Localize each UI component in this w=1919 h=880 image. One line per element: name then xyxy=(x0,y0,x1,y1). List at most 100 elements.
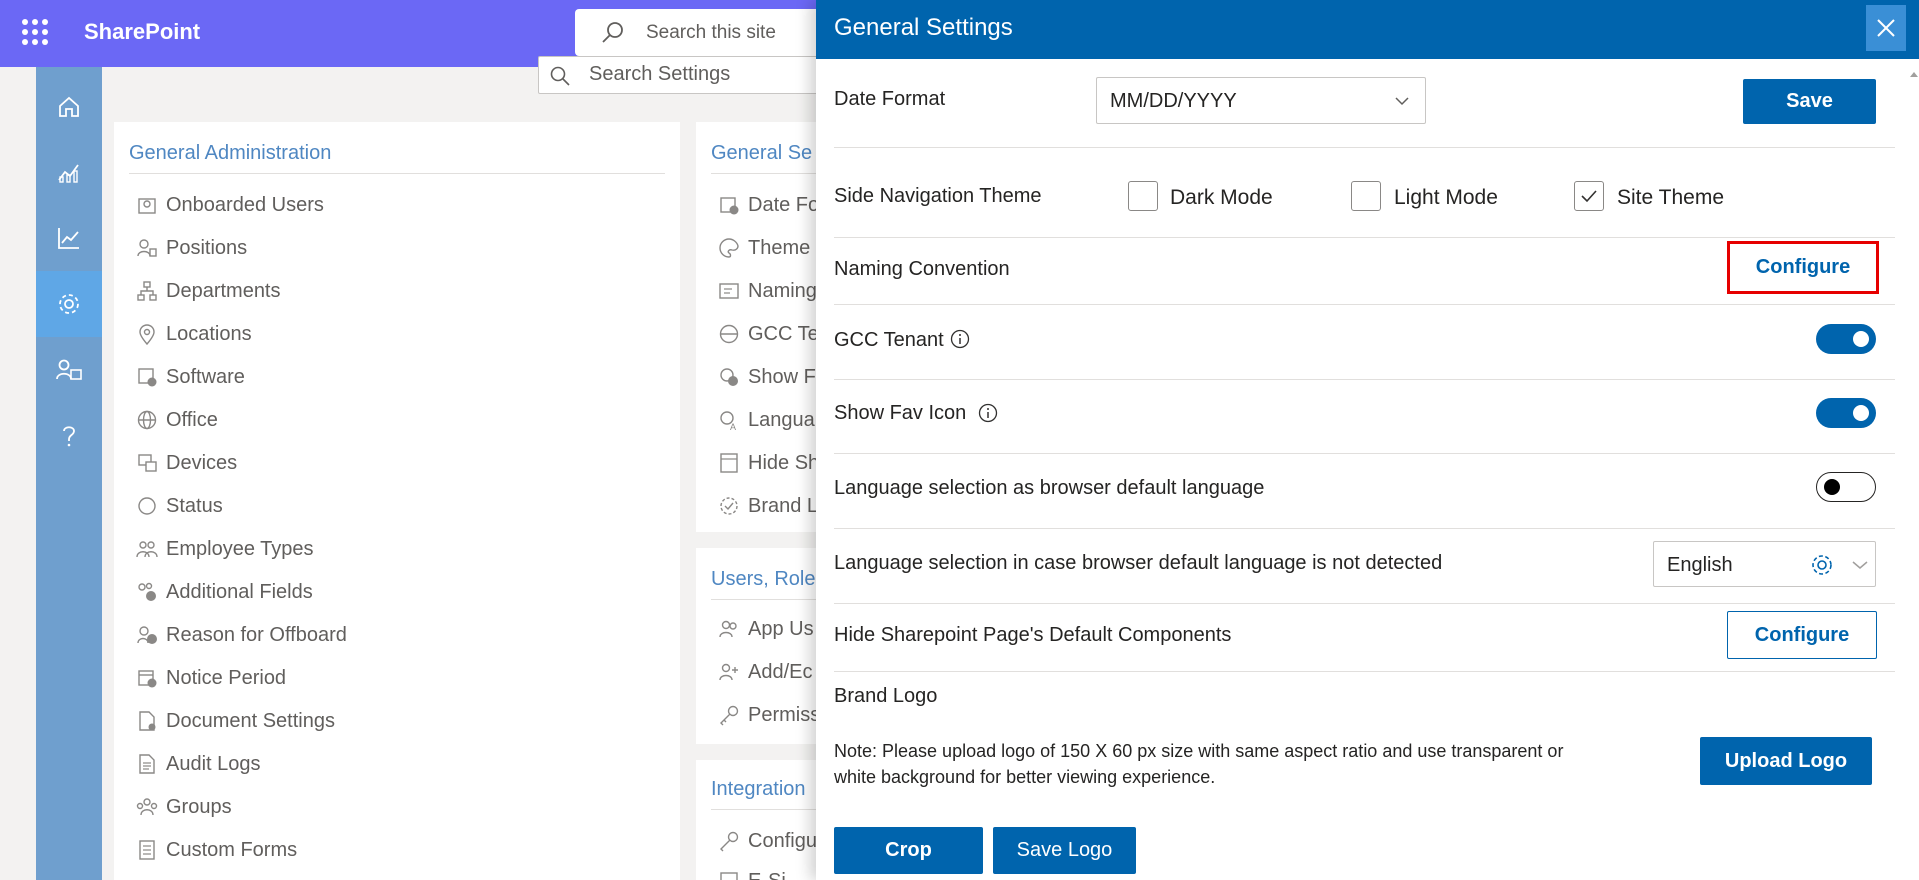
menu-groups[interactable]: Groups xyxy=(134,792,232,822)
date-format-select[interactable]: MM/DD/YYYY xyxy=(1096,77,1426,124)
gcc-tenant-toggle[interactable] xyxy=(1816,324,1876,354)
light-mode-checkbox[interactable] xyxy=(1351,181,1381,211)
form-icon xyxy=(134,837,160,863)
badge-icon xyxy=(716,493,742,519)
rail-user-management[interactable] xyxy=(36,337,102,403)
add-user-icon xyxy=(716,659,742,685)
naming-convention-label: Naming Convention xyxy=(834,258,1010,280)
menu-label: GCC Te xyxy=(748,322,819,345)
user-management-icon xyxy=(56,359,82,380)
left-rail xyxy=(36,67,102,880)
svg-text:A: A xyxy=(730,422,736,431)
info-icon[interactable] xyxy=(978,403,998,423)
help-icon xyxy=(63,426,75,447)
menu-locations[interactable]: Locations xyxy=(134,319,252,349)
menu-date-format[interactable]: Date Fo xyxy=(716,190,819,220)
close-button[interactable] xyxy=(1866,5,1906,51)
show-fav-icon-toggle[interactable] xyxy=(1816,398,1876,428)
menu-custom-forms[interactable]: Custom Forms xyxy=(134,835,297,865)
menu-label: Employee Types xyxy=(166,537,314,560)
menu-positions[interactable]: Positions xyxy=(134,233,247,263)
menu-additional-fields[interactable]: Additional Fields xyxy=(134,577,313,607)
rail-home[interactable] xyxy=(36,74,102,140)
lang-fallback-label: Language selection in case browser defau… xyxy=(834,552,1443,574)
favicon-icon xyxy=(716,364,742,390)
settings-search-placeholder: Search Settings xyxy=(589,63,731,85)
menu-language[interactable]: A Langua xyxy=(716,405,815,435)
gear-icon[interactable] xyxy=(1809,552,1835,578)
offboard-icon xyxy=(134,622,160,648)
menu-office[interactable]: Office xyxy=(134,405,218,435)
menu-esign[interactable]: E-Si xyxy=(716,866,786,880)
rail-help[interactable] xyxy=(36,403,102,469)
menu-label: Status xyxy=(166,494,223,517)
checkmark-icon xyxy=(1581,190,1597,203)
toggle-knob xyxy=(1853,331,1869,347)
general-settings-panel: General Settings Date Format MM/DD/YYYY … xyxy=(816,0,1919,880)
menu-show-fav[interactable]: Show F xyxy=(716,362,816,392)
card-title: General Administration xyxy=(129,142,332,164)
people-group-icon xyxy=(134,536,160,562)
naming-configure-button[interactable]: Configure xyxy=(1727,241,1879,294)
menu-label: Date Fo xyxy=(748,193,820,216)
menu-reason-offboard[interactable]: Reason for Offboard xyxy=(134,620,347,650)
menu-software[interactable]: Software xyxy=(134,362,245,392)
menu-audit-logs[interactable]: Audit Logs xyxy=(134,749,261,779)
settings-search-input[interactable]: Search Settings xyxy=(538,56,828,94)
lang-browser-default-toggle[interactable] xyxy=(1816,472,1876,502)
menu-gcc-tenant[interactable]: GCC Te xyxy=(716,319,819,349)
menu-document-settings[interactable]: Document Settings xyxy=(134,706,335,736)
menu-status[interactable]: Status xyxy=(134,491,223,521)
menu-label: Groups xyxy=(166,795,232,818)
menu-label: Custom Forms xyxy=(166,838,298,861)
save-button[interactable]: Save xyxy=(1743,79,1876,124)
hide-components-configure-button[interactable]: Configure xyxy=(1727,611,1877,659)
menu-permissions[interactable]: Permiss xyxy=(716,700,820,730)
menu-notice-period[interactable]: Notice Period xyxy=(134,663,286,693)
dark-mode-checkbox[interactable] xyxy=(1128,181,1158,211)
app-launcher-icon[interactable] xyxy=(22,19,48,45)
app-title[interactable]: SharePoint xyxy=(84,19,200,45)
language-value: English xyxy=(1667,554,1733,576)
upload-logo-button[interactable]: Upload Logo xyxy=(1700,737,1872,785)
menu-naming[interactable]: Naming xyxy=(716,276,817,306)
menu-app-users[interactable]: App Us xyxy=(716,614,814,644)
menu-theme[interactable]: Theme xyxy=(716,233,810,263)
menu-label: Devices xyxy=(166,451,238,474)
divider xyxy=(834,603,1895,604)
info-icon[interactable] xyxy=(950,329,970,349)
chevron-down-icon xyxy=(1852,561,1868,569)
save-logo-button[interactable]: Save Logo xyxy=(993,827,1136,874)
key-icon xyxy=(716,702,742,728)
language-select[interactable]: English xyxy=(1653,541,1876,587)
menu-label: Onboarded Users xyxy=(166,193,324,216)
groups-icon xyxy=(134,794,160,820)
hide-components-label: Hide Sharepoint Page's Default Component… xyxy=(834,624,1232,646)
menu-configure[interactable]: Configu xyxy=(716,826,817,856)
menu-label: Notice Period xyxy=(166,666,287,689)
status-circle-icon xyxy=(134,493,160,519)
menu-departments[interactable]: Departments xyxy=(134,276,281,306)
divider xyxy=(834,304,1895,305)
rail-settings[interactable] xyxy=(36,271,102,337)
signature-icon xyxy=(716,868,742,880)
menu-brand-logo[interactable]: Brand L xyxy=(716,491,818,521)
menu-onboarded-users[interactable]: Onboarded Users xyxy=(134,190,324,220)
site-theme-label: Site Theme xyxy=(1617,186,1724,209)
chevron-down-icon xyxy=(1395,97,1409,106)
card-title: Integration xyxy=(711,778,806,800)
date-format-value: MM/DD/YYYY xyxy=(1110,90,1237,112)
menu-devices[interactable]: Devices xyxy=(134,448,237,478)
menu-add-edit[interactable]: Add/Ec xyxy=(716,657,812,687)
position-icon xyxy=(134,235,160,261)
general-administration-card: General Administration Onboarded Users P… xyxy=(114,122,680,880)
rail-analytics[interactable] xyxy=(36,139,102,205)
site-theme-checkbox[interactable] xyxy=(1574,181,1604,211)
scrollbar-up-arrow[interactable] xyxy=(1910,66,1918,77)
search-icon xyxy=(550,66,570,86)
rail-trend[interactable] xyxy=(36,205,102,271)
menu-employee-types[interactable]: Employee Types xyxy=(134,534,314,564)
menu-hide-sharepoint[interactable]: Hide Sh xyxy=(716,448,819,478)
crop-button[interactable]: Crop xyxy=(834,827,983,874)
toggle-knob xyxy=(1824,479,1840,495)
